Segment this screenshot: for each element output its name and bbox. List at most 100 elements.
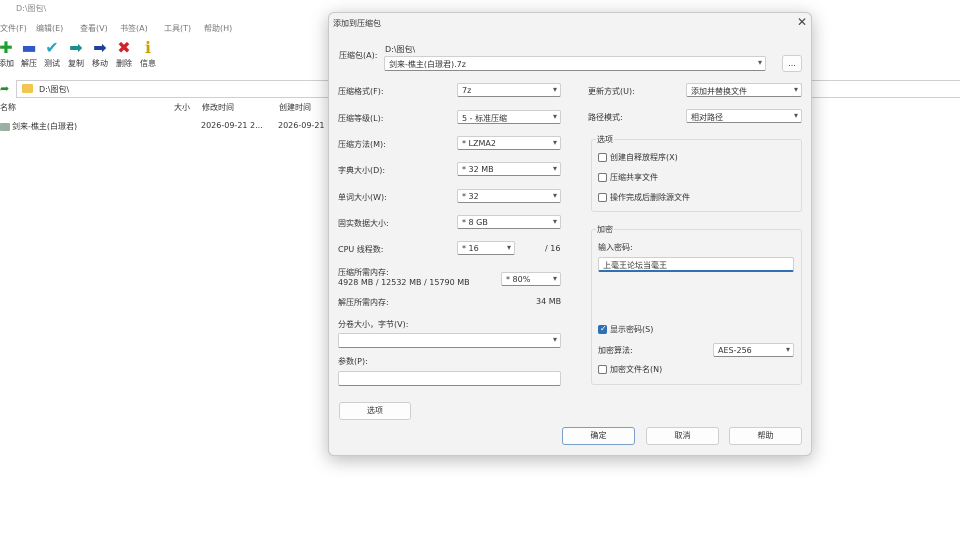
options-group-title: 选项 — [596, 134, 614, 145]
file-name: 剑来-樵主(白璟君) — [12, 122, 78, 131]
check-icon: ✔ — [45, 38, 59, 57]
compress-memory-detail: 4928 MB / 12532 MB / 15790 MB — [338, 278, 470, 287]
split-size-label: 分卷大小，字节(V): — [338, 320, 409, 329]
toolbar: ✚ 添加 ▬ 解压 ✔ 测试 ➡ 复制 ➡ 移动 ✖ 删除 ℹ 信息 — [0, 38, 330, 74]
column-modified[interactable]: 修改时间 — [202, 102, 234, 116]
password-input[interactable]: 上毫王论坛当毫王 — [598, 257, 794, 272]
move-button[interactable]: ➡ 移动 — [88, 38, 112, 72]
chevron-down-icon: ▾ — [552, 138, 557, 147]
test-button[interactable]: ✔ 测试 — [40, 38, 64, 72]
path-mode-label: 路径模式: — [588, 113, 623, 122]
create-sfx-checkbox[interactable]: 创建自释放程序(X) — [598, 152, 788, 163]
column-name[interactable]: 名称 — [0, 102, 16, 116]
chevron-down-icon: ▾ — [552, 274, 557, 283]
chevron-down-icon: ▾ — [552, 191, 557, 200]
add-button[interactable]: ✚ 添加 — [0, 38, 18, 72]
dialog-title: 添加到压缩包 — [333, 19, 381, 28]
menu-view[interactable]: 查看(V) — [80, 23, 108, 34]
solid-size-combo[interactable]: * 8 GB ▾ — [457, 215, 561, 229]
dictionary-combo[interactable]: * 32 MB ▾ — [457, 162, 561, 176]
chevron-down-icon: ▾ — [757, 58, 762, 67]
close-icon[interactable]: ✕ — [795, 15, 809, 29]
decompress-memory-label: 解压所需内存: — [338, 298, 389, 307]
parameters-input[interactable] — [338, 371, 561, 386]
encryption-group-title: 加密 — [596, 224, 614, 235]
folder-icon — [22, 84, 33, 93]
compress-memory-label: 压缩所需内存: — [338, 268, 389, 277]
ok-button[interactable]: 确定 — [562, 427, 635, 445]
column-size[interactable]: 大小 — [174, 102, 190, 116]
chevron-down-icon: ▾ — [506, 243, 511, 252]
menu-bar: 文件(F) 编辑(E) 查看(V) 书签(A) 工具(T) 帮助(H) — [0, 22, 330, 36]
minus-icon: ▬ — [21, 38, 37, 57]
password-label: 输入密码: — [598, 243, 633, 252]
menu-tools[interactable]: 工具(T) — [164, 23, 191, 34]
move-arrow-icon: ➡ — [93, 38, 107, 57]
menu-help[interactable]: 帮助(H) — [204, 23, 232, 34]
cpu-threads-label: CPU 线程数: — [338, 245, 384, 254]
method-combo[interactable]: * LZMA2 ▾ — [457, 136, 561, 150]
solid-size-label: 固实数据大小: — [338, 219, 389, 228]
copy-button[interactable]: ➡ 复制 — [64, 38, 88, 72]
encrypt-names-checkbox[interactable]: 加密文件名(N) — [598, 364, 788, 375]
archive-label: 压缩包(A): — [339, 51, 378, 60]
chevron-down-icon: ▾ — [552, 85, 557, 94]
help-button[interactable]: 帮助 — [729, 427, 802, 445]
add-to-archive-dialog: 添加到压缩包 ✕ 压缩包(A): D:\图包\ 剑来-樵主(白璟君).7z ▾ … — [328, 12, 812, 456]
archive-name-value: 剑来-樵主(白璟君).7z — [389, 60, 466, 69]
folder-icon — [0, 123, 10, 131]
chevron-down-icon: ▾ — [552, 217, 557, 226]
decompress-memory-value: 34 MB — [536, 297, 562, 306]
file-modified: 2026-09-21 2... — [201, 121, 263, 130]
compress-shared-checkbox[interactable]: 压缩共享文件 — [598, 172, 788, 183]
level-combo[interactable]: 5 - 标准压缩 ▾ — [457, 110, 561, 124]
split-size-combo[interactable]: ▾ — [338, 333, 561, 348]
column-created[interactable]: 创建时间 — [279, 102, 311, 116]
word-size-combo[interactable]: * 32 ▾ — [457, 189, 561, 203]
file-row[interactable]: 剑来-樵主(白璟君) 2026-09-21 2... 2026-09-21 — [0, 121, 330, 133]
dictionary-label: 字典大小(D): — [338, 166, 386, 175]
plus-icon: ✚ — [0, 38, 13, 57]
level-label: 压缩等级(L): — [338, 114, 384, 123]
main-window-title: D:\图包\ — [16, 4, 47, 13]
word-size-label: 单词大小(W): — [338, 193, 387, 202]
delete-after-checkbox[interactable]: 操作完成后删除源文件 — [598, 192, 788, 203]
encryption-method-combo[interactable]: AES-256 ▾ — [713, 343, 794, 357]
up-folder-icon[interactable]: ➦ — [0, 82, 9, 95]
path-mode-combo[interactable]: 相对路径 ▾ — [686, 109, 802, 123]
memory-usage-combo[interactable]: * 80% ▾ — [501, 272, 561, 286]
delete-button[interactable]: ✖ 删除 — [112, 38, 136, 72]
file-created: 2026-09-21 — [278, 121, 325, 130]
archive-name-combo[interactable]: 剑来-樵主(白璟君).7z ▾ — [384, 56, 766, 71]
chevron-down-icon: ▾ — [552, 164, 557, 173]
info-icon: ℹ — [144, 38, 152, 57]
menu-file[interactable]: 文件(F) — [0, 23, 27, 34]
chevron-down-icon: ▾ — [785, 345, 790, 354]
update-mode-label: 更新方式(U): — [588, 87, 635, 96]
archive-directory: D:\图包\ — [385, 45, 416, 54]
parameters-label: 参数(P): — [338, 357, 368, 366]
method-label: 压缩方法(M): — [338, 140, 386, 149]
chevron-down-icon: ▾ — [793, 85, 798, 94]
copy-arrow-icon: ➡ — [69, 38, 83, 57]
cpu-threads-combo[interactable]: * 16 ▾ — [457, 241, 515, 255]
address-path: D:\图包\ — [39, 85, 70, 94]
cpu-threads-total: / 16 — [545, 244, 561, 253]
info-button[interactable]: ℹ 信息 — [136, 38, 160, 72]
extract-button[interactable]: ▬ 解压 — [17, 38, 41, 72]
chevron-down-icon: ▾ — [552, 112, 557, 121]
chevron-down-icon: ▾ — [793, 111, 798, 120]
browse-button[interactable]: ... — [782, 55, 802, 72]
update-mode-combo[interactable]: 添加并替换文件 ▾ — [686, 83, 802, 97]
format-label: 压缩格式(F): — [338, 87, 384, 96]
delete-x-icon: ✖ — [117, 38, 131, 57]
show-password-checkbox[interactable]: 显示密码(S) — [598, 324, 788, 335]
options-button[interactable]: 选项 — [339, 402, 411, 420]
chevron-down-icon: ▾ — [552, 335, 557, 344]
encryption-method-label: 加密算法: — [598, 346, 633, 355]
cancel-button[interactable]: 取消 — [646, 427, 719, 445]
format-combo[interactable]: 7z ▾ — [457, 83, 561, 97]
check-icon — [598, 324, 607, 334]
menu-edit[interactable]: 编辑(E) — [36, 23, 63, 34]
menu-bookmarks[interactable]: 书签(A) — [120, 23, 148, 34]
